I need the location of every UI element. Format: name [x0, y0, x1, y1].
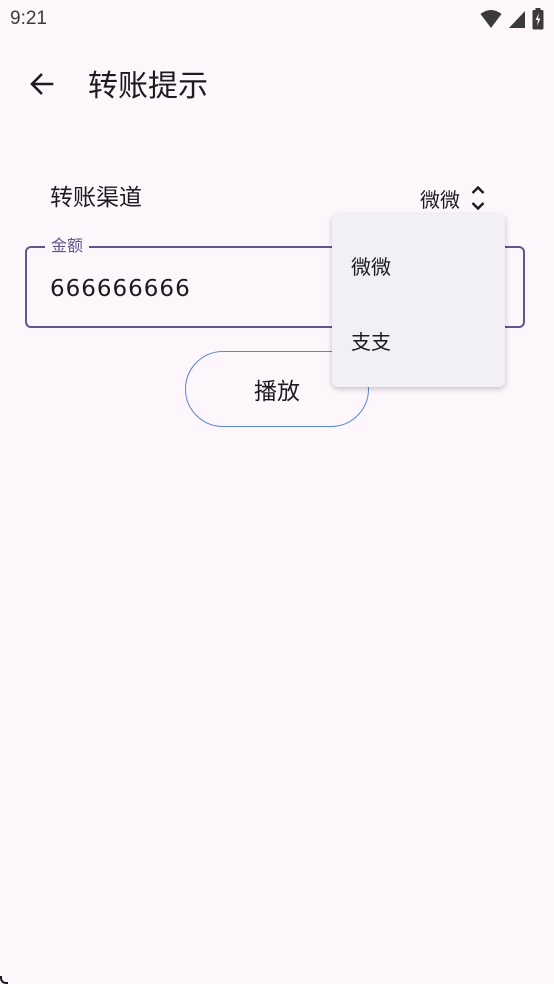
status-icons: [480, 8, 544, 34]
arrow-left-icon: [28, 70, 56, 102]
dropdown-item-option-1[interactable]: 微微: [332, 230, 505, 300]
signal-icon: [508, 9, 526, 33]
channel-select-value: 微微: [420, 187, 460, 212]
channel-select[interactable]: 微微: [420, 178, 500, 218]
status-time: 9:21: [10, 8, 47, 29]
battery-icon: [532, 8, 544, 34]
status-bar: 9:21: [0, 0, 554, 40]
amount-label: 金额: [45, 236, 90, 256]
amount-value: 666666666: [50, 276, 191, 302]
back-button[interactable]: [22, 66, 62, 106]
dropdown-item-option-2[interactable]: 支支: [332, 305, 505, 375]
channel-label: 转账渠道: [50, 185, 142, 211]
channel-dropdown-menu: 微微 支支: [332, 214, 505, 387]
screen-corner-mark: [0, 976, 8, 984]
unfold-icon: [470, 183, 486, 213]
wifi-icon: [480, 9, 502, 33]
page-title: 转账提示: [88, 69, 208, 104]
